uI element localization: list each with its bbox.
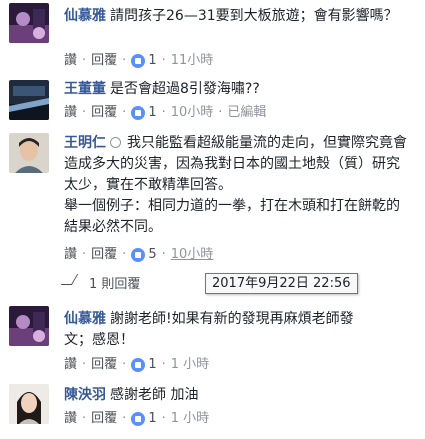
avatar-image xyxy=(9,133,49,173)
comment-actions: 讚 · 回覆 · 1 · 11小時 xyxy=(64,52,213,70)
separator-dot: · xyxy=(82,357,87,372)
reply-arrow-icon xyxy=(60,273,79,285)
avatar[interactable] xyxy=(9,3,49,43)
comment-body-paragraph: 舉一個例子：相同力道的一拳，打在木頭和打在餅乾的結果必然不同。 xyxy=(64,198,400,235)
timestamp[interactable]: 11小時 xyxy=(171,52,214,70)
comment-text: 仙慕雅 請問孩子26—31要到大板旅遊；會有影響嗎？ xyxy=(64,6,409,27)
comment-actions: 讚 · 回覆 · 1 · 1 小時 xyxy=(64,410,209,428)
avatar[interactable] xyxy=(9,306,49,346)
separator-dot: · xyxy=(218,105,223,120)
separator-dot: · xyxy=(122,357,127,372)
avatar[interactable] xyxy=(9,384,49,424)
comment-body: 是否會超過8引發海嘯?? xyxy=(110,81,260,97)
reply-button[interactable]: 回覆 xyxy=(91,104,117,122)
thumbs-up-icon[interactable] xyxy=(131,412,146,426)
timestamp[interactable]: 10小時 xyxy=(171,104,214,122)
reply-button[interactable]: 回覆 xyxy=(91,246,117,264)
timestamp-tooltip: 2017年9月22日 22:56 xyxy=(205,273,358,294)
view-replies-link[interactable]: 1 則回覆 xyxy=(60,272,140,292)
author-name[interactable]: 仙慕雅 xyxy=(64,311,106,327)
separator-dot: · xyxy=(122,411,127,426)
like-count[interactable]: 5 xyxy=(148,246,156,264)
separator-dot: · xyxy=(82,411,87,426)
avatar-image xyxy=(9,306,49,346)
timestamp[interactable]: 10小時 xyxy=(171,246,214,264)
replies-count-label[interactable]: 1 則回覆 xyxy=(89,273,140,292)
reply-button[interactable]: 回覆 xyxy=(91,356,117,374)
thumbs-up-icon[interactable] xyxy=(131,358,146,372)
comment-text: 仙慕雅 謝謝老師!如果有新的發現再麻煩老師發文；感恩！ xyxy=(64,309,369,351)
comment-actions: 讚 · 回覆 · 5 · 10小時 xyxy=(64,246,213,264)
reply-button[interactable]: 回覆 xyxy=(91,410,117,428)
comment-body: 謝謝老師!如果有新的發現再麻煩老師發文；感恩！ xyxy=(64,311,354,348)
separator-dot: · xyxy=(161,411,166,426)
avatar-image xyxy=(9,3,49,43)
author-name[interactable]: 陳泱羽 xyxy=(64,387,106,403)
like-button[interactable]: 讚 xyxy=(64,104,77,122)
separator-dot: · xyxy=(122,247,127,262)
author-name[interactable]: 王董董 xyxy=(64,81,106,97)
verified-badge-icon xyxy=(110,137,121,148)
comment-actions: 讚 · 回覆 · 1 · 1 小時 xyxy=(64,356,209,374)
comment-text: 王明仁 我只能監看超級能量流的走向，但實際究竟會造成多大的災害，因為我對日本的國土… xyxy=(64,133,409,238)
comment-body: 請問孩子26—31要到大板旅遊；會有影響嗎？ xyxy=(110,8,398,24)
avatar-image xyxy=(9,384,49,424)
separator-dot: · xyxy=(161,247,166,262)
like-button[interactable]: 讚 xyxy=(64,246,77,264)
separator-dot: · xyxy=(82,247,87,262)
separator-dot: · xyxy=(82,105,87,120)
separator-dot: · xyxy=(161,53,166,68)
thumbs-up-icon[interactable] xyxy=(131,54,146,68)
like-button[interactable]: 讚 xyxy=(64,410,77,428)
separator-dot: · xyxy=(122,105,127,120)
separator-dot: · xyxy=(122,53,127,68)
like-count[interactable]: 1 xyxy=(148,104,156,122)
separator-dot: · xyxy=(82,53,87,68)
author-name[interactable]: 仙慕雅 xyxy=(64,8,106,24)
like-button[interactable]: 讚 xyxy=(64,356,77,374)
avatar[interactable] xyxy=(9,133,49,173)
avatar-image xyxy=(9,80,49,120)
separator-dot: · xyxy=(161,105,166,120)
comment-text: 陳泱羽 感謝老師 加油 xyxy=(64,385,409,406)
like-count[interactable]: 1 xyxy=(148,356,156,374)
like-count[interactable]: 1 xyxy=(148,410,156,428)
comment-actions: 讚 · 回覆 · 1 · 10小時 · 已編輯 xyxy=(64,104,266,122)
separator-dot: · xyxy=(161,357,166,372)
author-name[interactable]: 王明仁 xyxy=(64,135,106,151)
reply-button[interactable]: 回覆 xyxy=(91,52,117,70)
thumbs-up-icon[interactable] xyxy=(131,106,146,120)
thumbs-up-icon[interactable] xyxy=(131,248,146,262)
edited-label[interactable]: 已編輯 xyxy=(227,104,266,122)
avatar[interactable] xyxy=(9,80,49,120)
comment-body: 感謝老師 加油 xyxy=(110,387,199,403)
like-button[interactable]: 讚 xyxy=(64,52,77,70)
like-count[interactable]: 1 xyxy=(148,52,156,70)
comment-text: 王董董 是否會超過8引發海嘯?? xyxy=(64,79,409,100)
timestamp[interactable]: 1 小時 xyxy=(171,410,209,428)
timestamp[interactable]: 1 小時 xyxy=(171,356,209,374)
